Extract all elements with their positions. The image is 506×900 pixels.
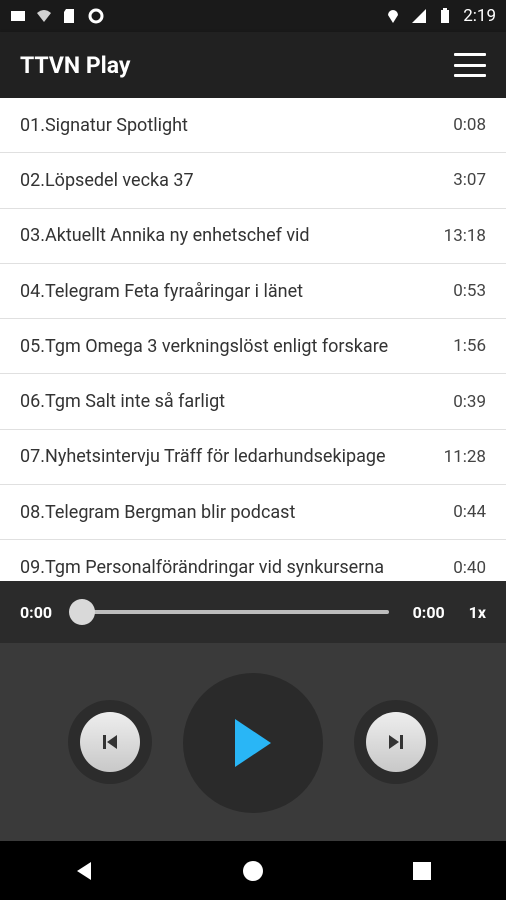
skip-previous-icon xyxy=(103,735,117,749)
total-time: 0:00 xyxy=(412,602,445,622)
play-icon xyxy=(235,719,271,767)
track-duration: 3:07 xyxy=(453,170,486,191)
track-title: 02.Löpsedel vecka 37 xyxy=(20,169,194,191)
home-icon xyxy=(242,860,263,881)
track-title: 08.Telegram Bergman blir podcast xyxy=(20,501,296,523)
track-duration: 11:28 xyxy=(443,446,486,467)
wifi-calling-icon xyxy=(11,11,25,21)
recents-icon xyxy=(412,861,431,880)
track-list: 01.Signatur Spotlight 0:08 02.Löpsedel vec… xyxy=(0,98,506,581)
app-title: TTVN Play xyxy=(20,51,131,79)
progress-bar: 0:00 0:00 1x xyxy=(0,581,506,643)
next-button[interactable] xyxy=(354,700,438,784)
play-button[interactable] xyxy=(183,673,323,813)
track-row[interactable]: 02.Löpsedel vecka 37 3:07 xyxy=(0,153,506,209)
sd-card-icon xyxy=(64,9,74,23)
status-time: 2:19 xyxy=(463,6,496,26)
player-controls xyxy=(0,643,506,841)
lte-signal-icon xyxy=(412,9,427,23)
track-duration: 0:08 xyxy=(453,115,486,136)
track-row[interactable]: 08.Telegram Bergman blir podcast 0:44 xyxy=(0,485,506,541)
skip-next-icon xyxy=(389,735,403,749)
track-title: 05.Tgm Omega 3 verkningslöst enligt fors… xyxy=(20,335,389,357)
track-row[interactable]: 07.Nyhetsintervju Träff för ledarhundsek… xyxy=(0,429,506,486)
battery-icon xyxy=(441,8,450,23)
speed-button[interactable]: 1x xyxy=(469,603,486,622)
location-icon xyxy=(388,10,399,23)
seek-track[interactable] xyxy=(69,599,389,625)
circle-icon xyxy=(88,8,104,24)
back-icon xyxy=(77,861,92,880)
track-row[interactable]: 04.Telegram Feta fyraåringar i länet 0:53 xyxy=(0,263,506,320)
previous-button[interactable] xyxy=(68,700,152,784)
track-title: 09.Tgm Personalförändringar vid synkurse… xyxy=(20,557,385,579)
track-title: 06.Tgm Salt inte så farligt xyxy=(20,391,226,413)
track-duration: 13:18 xyxy=(443,225,486,246)
track-row[interactable]: 09.Tgm Personalförändringar vid synkurse… xyxy=(0,540,506,581)
track-row[interactable]: 05.Tgm Omega 3 verkningslöst enligt fors… xyxy=(0,319,506,375)
track-title: 01.Signatur Spotlight xyxy=(20,114,188,136)
home-button[interactable] xyxy=(233,851,273,891)
track-duration: 0:53 xyxy=(453,281,486,302)
menu-icon[interactable] xyxy=(454,53,486,77)
system-nav-bar xyxy=(0,841,506,900)
wifi-icon xyxy=(37,10,51,22)
track-row[interactable]: 03.Aktuellt Annika ny enhetschef vid 13:1… xyxy=(0,208,506,264)
track-duration: 0:39 xyxy=(453,391,486,412)
status-bar: 2:19 xyxy=(0,0,506,32)
track-title: 03.Aktuellt Annika ny enhetschef vid xyxy=(20,225,310,247)
track-title: 07.Nyhetsintervju Träff för ledarhundsek… xyxy=(20,446,386,468)
track-duration: 1:56 xyxy=(453,336,486,357)
track-title: 04.Telegram Feta fyraåringar i länet xyxy=(20,280,304,302)
app-bar: TTVN Play xyxy=(0,32,506,98)
track-duration: 0:40 xyxy=(453,557,486,578)
recents-button[interactable] xyxy=(402,851,442,891)
back-button[interactable] xyxy=(64,851,104,891)
track-row[interactable]: 06.Tgm Salt inte så farligt 0:39 xyxy=(0,374,506,430)
seek-thumb[interactable] xyxy=(69,599,96,625)
track-duration: 0:44 xyxy=(453,502,486,523)
track-row[interactable]: 01.Signatur Spotlight 0:08 xyxy=(0,98,506,154)
elapsed-time: 0:00 xyxy=(20,602,53,622)
